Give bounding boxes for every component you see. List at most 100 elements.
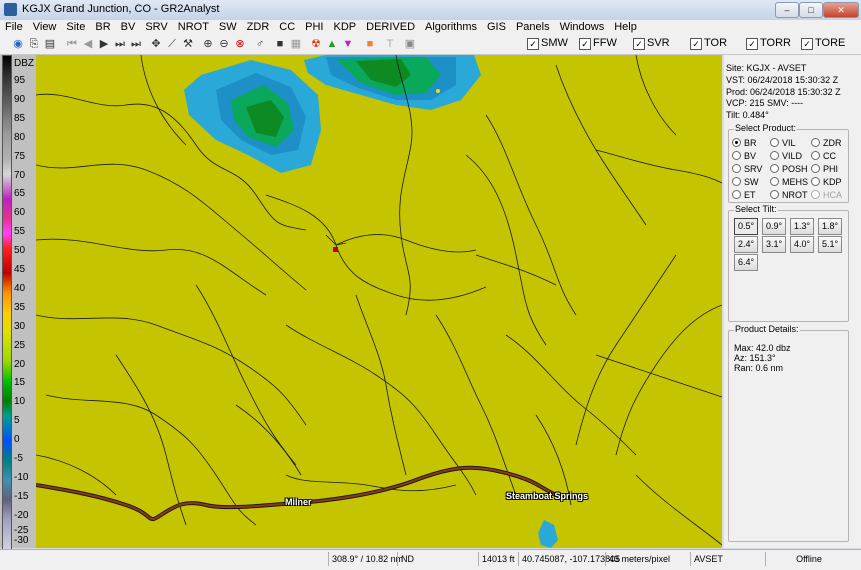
storm-icon[interactable]: ☢ (308, 36, 324, 52)
product-radio-zdr[interactable]: ZDR (811, 138, 842, 148)
menu-windows[interactable]: Windows (555, 20, 610, 34)
info-vcp: VCP: 215 SMV: ---- (726, 98, 804, 108)
text-icon[interactable]: T (382, 36, 398, 52)
menu-derived[interactable]: DERIVED (361, 20, 420, 34)
product-radio-phi[interactable]: PHI (811, 164, 838, 174)
warning-toggle-smw[interactable]: ✓ SMW (527, 37, 568, 50)
color-icon[interactable]: ■ (362, 36, 378, 52)
tilt-button-1-8[interactable]: 1.8° (818, 218, 842, 235)
menu-panels[interactable]: Panels (511, 20, 555, 34)
menu-br[interactable]: BR (90, 20, 115, 34)
last-frame-icon[interactable]: ⏭ (128, 36, 144, 52)
checkbox-icon: ✓ (690, 38, 702, 50)
color-scale-label: 15 (14, 377, 26, 388)
layout-icon[interactable]: ▦ (288, 36, 304, 52)
next-frame-icon[interactable]: ⏭ (112, 36, 128, 52)
product-radio-posh[interactable]: POSH (770, 164, 808, 174)
product-radio-nrot[interactable]: NROT (770, 190, 808, 200)
triangle-down-icon[interactable]: ▼ (340, 36, 356, 52)
radio-icon (732, 190, 741, 199)
menu-nrot[interactable]: NROT (173, 20, 214, 34)
menu-bv[interactable]: BV (116, 20, 141, 34)
product-radio-vild[interactable]: VILD (770, 151, 802, 161)
tilt-button-0-9[interactable]: 0.9° (762, 218, 786, 235)
warning-toggle-ffw[interactable]: ✓ FFW (579, 37, 617, 50)
select-product-group: Select Product: BR VIL ZDR BV VILD CC SR… (728, 123, 849, 203)
radio-icon (770, 190, 779, 199)
menu-zdr[interactable]: ZDR (242, 20, 275, 34)
product-radio-br[interactable]: BR (732, 138, 757, 148)
tilt-button-6-4[interactable]: 6.4° (734, 254, 758, 271)
paste-icon[interactable]: ▤ (42, 36, 58, 52)
color-scale-label: 85 (14, 113, 26, 124)
product-radio-et[interactable]: ET (732, 190, 756, 200)
product-radio-sw[interactable]: SW (732, 177, 759, 187)
zoom-out-icon[interactable]: ⊖ (216, 36, 232, 52)
maximize-button[interactable]: □ (799, 2, 823, 18)
tilt-button-5-1[interactable]: 5.1° (818, 236, 842, 253)
radio-icon (811, 190, 820, 199)
info-tilt: Tilt: 0.484° (726, 110, 769, 120)
status-site: AVSET (690, 552, 723, 566)
radar-echo-cluster-south (538, 520, 558, 548)
warning-toggle-svr[interactable]: ✓ SVR (633, 37, 670, 50)
probe-icon[interactable]: ♂ (252, 36, 268, 52)
play-icon[interactable]: ▶ (96, 36, 112, 52)
menu-kdp[interactable]: KDP (329, 20, 362, 34)
minimize-button[interactable]: – (775, 2, 799, 18)
pan-icon[interactable]: ✥ (148, 36, 164, 52)
color-scale-label: 95 (14, 75, 26, 86)
triangle-up-icon[interactable]: ▲ (324, 36, 340, 52)
radar-map-canvas[interactable] (36, 55, 722, 548)
radar-site-marker[interactable] (333, 247, 338, 252)
window-title: KGJX Grand Junction, CO - GR2Analyst (22, 3, 220, 15)
tilt-button-3-1[interactable]: 3.1° (762, 236, 786, 253)
color-scale-label: 80 (14, 132, 26, 143)
menu-gis[interactable]: GIS (482, 20, 511, 34)
stop-icon[interactable]: ■ (272, 36, 288, 52)
close-button[interactable]: ✕ (823, 2, 859, 18)
product-radio-cc[interactable]: CC (811, 151, 836, 161)
menu-sw[interactable]: SW (214, 20, 242, 34)
product-radio-kdp[interactable]: KDP (811, 177, 842, 187)
zoom-reset-icon[interactable]: ⊗ (232, 36, 248, 52)
tilt-button-2-4[interactable]: 2.4° (734, 236, 758, 253)
radio-icon (811, 177, 820, 186)
menu-srv[interactable]: SRV (140, 20, 172, 34)
tilt-button-0-5[interactable]: 0.5° (734, 218, 758, 235)
menu-phi[interactable]: PHI (300, 20, 328, 34)
zoom-in-icon[interactable]: ⊕ (200, 36, 216, 52)
radio-icon (770, 151, 779, 160)
globe-icon[interactable]: ◉ (10, 36, 26, 52)
menu-file[interactable]: File (0, 20, 28, 34)
color-scale-label: 30 (14, 321, 26, 332)
menu-view[interactable]: View (28, 20, 62, 34)
product-radio-vil[interactable]: VIL (770, 138, 796, 148)
menu-site[interactable]: Site (61, 20, 90, 34)
tilt-button-4-0[interactable]: 4.0° (790, 236, 814, 253)
radio-icon (811, 151, 820, 160)
prev-frame-icon[interactable]: ◀ (80, 36, 96, 52)
menu-algorithms[interactable]: Algorithms (420, 20, 482, 34)
color-scale-label: 70 (14, 170, 26, 181)
first-frame-icon[interactable]: ⏮ (64, 36, 80, 52)
radar-map-view[interactable]: Milner Steamboat Springs (36, 55, 722, 548)
color-scale-label: -30 (14, 535, 29, 546)
copy-icon[interactable]: ⎘ (26, 36, 42, 52)
wrench-icon[interactable]: ⚒ (180, 36, 196, 52)
product-radio-bv[interactable]: BV (732, 151, 756, 161)
product-radio-srv[interactable]: SRV (732, 164, 762, 174)
menu-cc[interactable]: CC (274, 20, 300, 34)
measure-icon[interactable]: ⟋ (164, 36, 180, 52)
frame-icon[interactable]: ▣ (402, 36, 418, 52)
warning-toggle-torr[interactable]: ✓ TORR (746, 37, 791, 50)
radio-selected-icon (732, 138, 741, 147)
product-radio-mehs[interactable]: MEHS (770, 177, 808, 187)
tilt-button-1-3[interactable]: 1.3° (790, 218, 814, 235)
info-site: Site: KGJX - AVSET (726, 63, 807, 73)
warning-toggle-tore[interactable]: ✓ TORE (801, 37, 845, 50)
detail-azimuth: Az: 151.3° (734, 353, 776, 363)
menu-help[interactable]: Help (609, 20, 642, 34)
color-scale-label: 90 (14, 94, 26, 105)
warning-toggle-tor[interactable]: ✓ TOR (690, 37, 727, 50)
